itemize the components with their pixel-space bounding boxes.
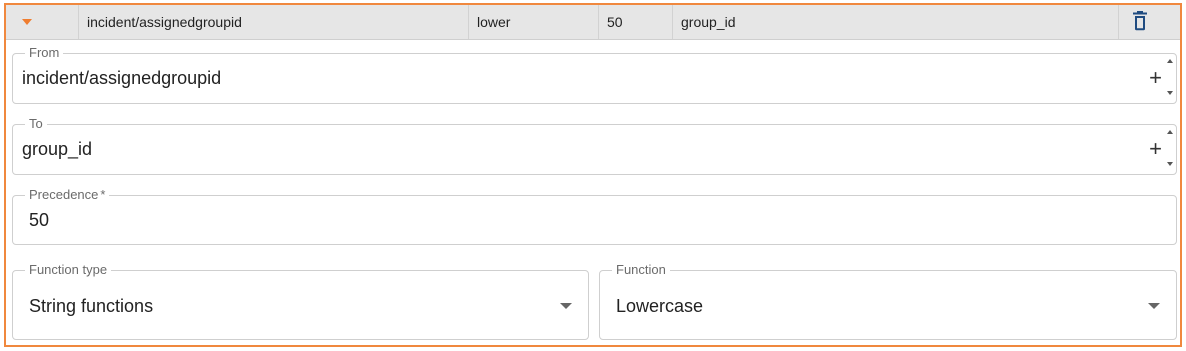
dropdown-arrow-icon[interactable]: [560, 303, 572, 309]
function-select[interactable]: Function Lowercase: [599, 262, 1177, 340]
spinner-down-icon[interactable]: [1167, 162, 1173, 166]
mapping-row-panel: incident/assignedgroupid lower 50 group_…: [4, 3, 1182, 347]
plus-icon[interactable]: +: [1149, 67, 1162, 89]
function-type-value: String functions: [29, 296, 154, 316]
column-divider: [672, 5, 673, 39]
precedence-field[interactable]: Precedence * 50: [12, 187, 1177, 245]
from-value: incident/assignedgroupid: [22, 68, 222, 88]
from-field[interactable]: From incident/assignedgroupid +: [12, 45, 1177, 104]
function-value: Lowercase: [616, 296, 704, 316]
precedence-label: Precedence *: [25, 187, 110, 203]
mapping-row-header[interactable]: incident/assignedgroupid lower 50 group_…: [6, 5, 1180, 40]
delete-button[interactable]: [1132, 11, 1148, 33]
collapse-toggle[interactable]: [14, 5, 44, 39]
dropdown-arrow-icon[interactable]: [1148, 303, 1160, 309]
required-marker: *: [100, 187, 106, 202]
to-field[interactable]: To group_id +: [12, 116, 1177, 175]
header-source-path: incident/assignedgroupid: [87, 14, 242, 30]
column-divider: [78, 5, 79, 39]
caret-down-icon: [22, 19, 32, 25]
to-label: To: [25, 116, 47, 132]
function-label: Function: [612, 262, 670, 278]
header-precedence: 50: [607, 14, 623, 30]
to-value: group_id: [22, 139, 93, 159]
spinner-down-icon[interactable]: [1167, 91, 1173, 95]
plus-icon[interactable]: +: [1149, 138, 1162, 160]
trash-icon: [1133, 11, 1147, 31]
header-function: lower: [477, 14, 511, 30]
function-type-select[interactable]: Function type String functions: [12, 262, 589, 340]
spinner-up-icon[interactable]: [1167, 59, 1173, 63]
precedence-value: 50: [29, 210, 50, 230]
function-type-label: Function type: [25, 262, 112, 278]
column-divider: [1118, 5, 1119, 39]
header-target: group_id: [681, 14, 736, 30]
spinner-up-icon[interactable]: [1167, 130, 1173, 134]
column-divider: [468, 5, 469, 39]
from-label: From: [25, 45, 64, 61]
column-divider: [598, 5, 599, 39]
